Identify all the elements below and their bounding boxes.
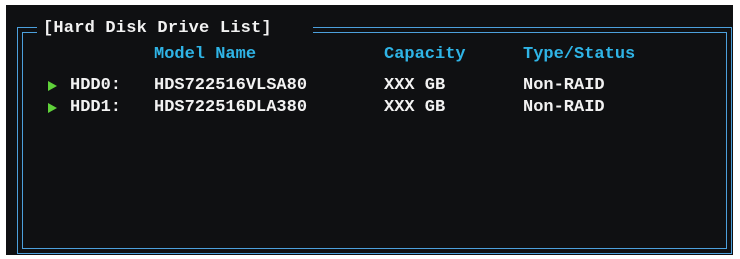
drive-capacity: XXX GB <box>384 76 446 95</box>
drive-model: HDS722516DLA380 <box>154 98 308 117</box>
column-header-model: Model Name <box>154 45 257 64</box>
drive-model: HDS722516VLSA80 <box>154 76 308 95</box>
drive-id: HDD1: <box>70 98 122 117</box>
drive-row-hdd0[interactable]: HDD0: HDS722516VLSA80 XXX GB Non-RAID <box>6 76 733 96</box>
drive-status: Non-RAID <box>523 98 605 117</box>
drive-id: HDD0: <box>70 76 122 95</box>
drive-capacity: XXX GB <box>384 98 446 117</box>
panel-frame-inner <box>22 32 727 249</box>
drive-row-hdd1[interactable]: HDD1: HDS722516DLA380 XXX GB Non-RAID <box>6 98 733 118</box>
bios-screen: [Hard Disk Drive List] Model Name Capaci… <box>6 5 733 255</box>
play-arrow-icon <box>48 81 57 91</box>
column-header-type-status: Type/Status <box>523 45 636 64</box>
panel-title: [Hard Disk Drive List] <box>43 19 272 38</box>
drive-status: Non-RAID <box>523 76 605 95</box>
column-header-capacity: Capacity <box>384 45 466 64</box>
play-arrow-icon <box>48 103 57 113</box>
